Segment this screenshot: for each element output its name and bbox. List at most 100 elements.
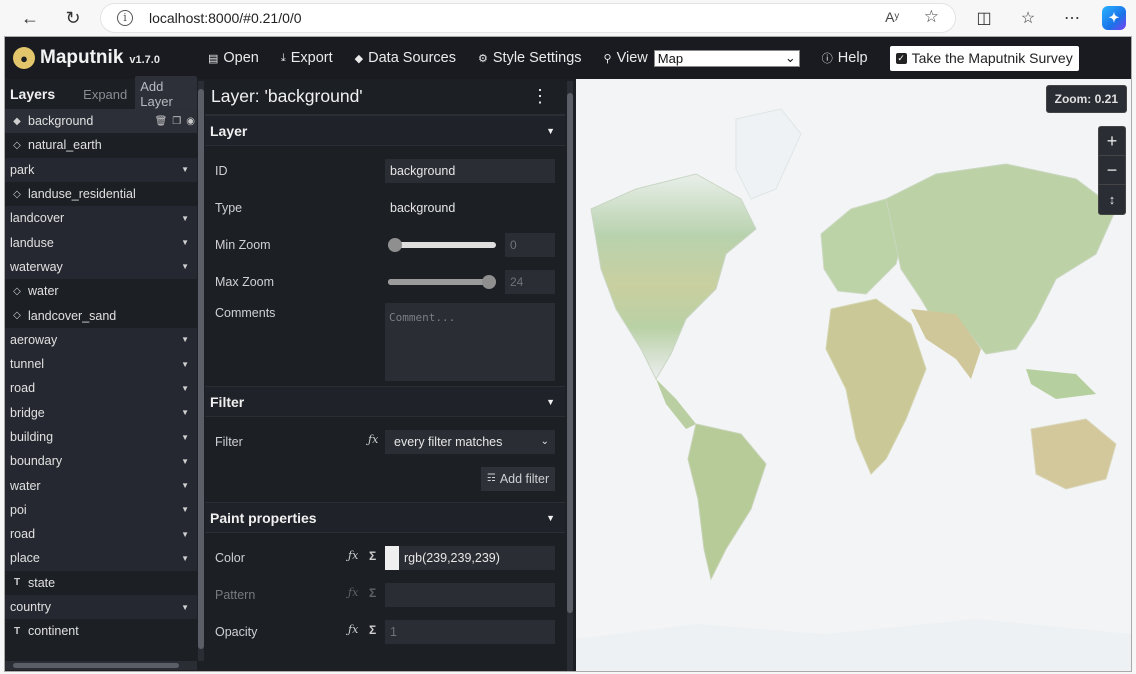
slider-handle[interactable] — [388, 237, 402, 252]
layer-group-water[interactable]: water ▼ — [5, 473, 197, 498]
address-bar[interactable]: i localhost:8000/#0.21/0/0 Aʸ ☆ — [100, 3, 956, 33]
layer-item-state[interactable]: Tstate — [5, 571, 197, 595]
add-filter-button[interactable]: ☶ Add filter — [481, 466, 555, 491]
layer-group-place[interactable]: place ▼ — [5, 546, 197, 571]
copy-icon[interactable]: ❐ — [172, 116, 181, 127]
scroll-thumb[interactable] — [198, 89, 204, 649]
max-zoom-input[interactable]: 24 — [505, 269, 555, 294]
layer-group-aeroway[interactable]: aeroway ▼ — [5, 327, 197, 352]
more-vertical-icon[interactable]: ⋮ — [531, 86, 549, 107]
layer-group-poi[interactable]: poi ▼ — [5, 497, 197, 523]
more-menu-icon[interactable]: ⋯ — [1058, 4, 1086, 32]
function-icon[interactable]: ƒx — [368, 433, 378, 446]
layer-group-boundary[interactable]: boundary ▼ — [5, 449, 197, 474]
caret-down-icon[interactable]: ▼ — [181, 384, 189, 393]
caret-down-icon[interactable]: ▼ — [181, 554, 189, 563]
export-button[interactable]: ⤓ Export — [281, 50, 333, 66]
layer-group-building[interactable]: building ▼ — [5, 424, 197, 450]
layer-group-road[interactable]: road ▼ — [5, 376, 197, 401]
layer-item-landuse_residential[interactable]: ◇ landuse_residential — [5, 182, 197, 206]
caret-down-icon[interactable]: ▼ — [181, 214, 189, 223]
site-info-icon[interactable]: i — [117, 10, 133, 26]
comments-textarea[interactable]: Comment... — [385, 303, 555, 381]
layer-item-natural_earth[interactable]: ◇ natural_earth — [5, 133, 197, 157]
layer-group-waterway[interactable]: waterway ▼ — [5, 254, 197, 280]
layer-group-landcover[interactable]: landcover ▼ — [5, 206, 197, 231]
layer-group-bridge[interactable]: bridge ▼ — [5, 400, 197, 425]
min-zoom-input[interactable]: 0 — [505, 232, 555, 257]
layer-section-header[interactable]: Layer ▼ — [205, 115, 565, 146]
caret-down-icon[interactable]: ▼ — [181, 335, 189, 344]
style-settings-button[interactable]: ⚙ Style Settings — [478, 50, 582, 66]
sigma-icon[interactable]: Σ — [369, 623, 376, 637]
caret-down-icon[interactable]: ▼ — [181, 165, 189, 174]
opacity-input[interactable]: 1 — [385, 619, 555, 644]
zoom-out-icon[interactable]: − — [1099, 156, 1125, 185]
view-select[interactable]: Map ⌄ — [653, 49, 800, 67]
layer-group-country[interactable]: country ▼ — [5, 594, 197, 620]
layer-group-landuse[interactable]: landuse ▼ — [5, 230, 197, 255]
layer-item-landcover_sand[interactable]: ◇ landcover_sand — [5, 303, 197, 327]
copilot-icon[interactable]: ✦ — [1102, 6, 1126, 30]
layer-list-scrollbar[interactable] — [198, 81, 204, 661]
reload-icon[interactable]: ↻ — [59, 4, 87, 32]
favorites-icon[interactable]: ☆ — [1014, 4, 1042, 32]
help-button[interactable]: ⓘ Help — [822, 50, 868, 66]
layer-group-road[interactable]: road ▼ — [5, 522, 197, 547]
caret-down-icon[interactable]: ▼ — [181, 530, 189, 539]
caret-down-icon[interactable]: ▼ — [181, 433, 189, 442]
chevron-down-icon: ⌄ — [784, 50, 796, 65]
layer-list-hscrollbar[interactable] — [5, 661, 197, 670]
caret-down-icon[interactable]: ▼ — [181, 481, 189, 490]
open-button[interactable]: ▤ Open — [208, 50, 259, 66]
world-map[interactable] — [576, 79, 1132, 672]
favorite-star-icon[interactable]: ☆ — [924, 7, 939, 27]
caret-down-icon[interactable]: ▼ — [181, 360, 189, 369]
filter-section-header[interactable]: Filter ▼ — [205, 386, 565, 417]
layer-group-park[interactable]: park ▼ — [5, 157, 197, 182]
sigma-icon[interactable]: Σ — [369, 586, 376, 600]
min-zoom-slider[interactable] — [388, 233, 496, 257]
scroll-thumb[interactable] — [13, 663, 179, 668]
paint-section-header[interactable]: Paint properties ▼ — [205, 502, 565, 533]
caret-down-icon[interactable]: ▼ — [181, 505, 189, 514]
caret-down-icon[interactable]: ▼ — [181, 238, 189, 247]
zoom-in-icon[interactable]: + — [1099, 127, 1125, 156]
survey-button[interactable]: ✓ Take the Maputnik Survey — [889, 45, 1079, 71]
color-input[interactable]: rgb(239,239,239) — [385, 545, 555, 570]
url-text[interactable]: localhost:8000/#0.21/0/0 — [149, 10, 302, 26]
caret-down-icon[interactable]: ▼ — [181, 603, 189, 612]
compass-icon[interactable]: ↕ — [1099, 185, 1125, 214]
caret-down-icon[interactable]: ▼ — [181, 262, 189, 271]
editor-scrollbar[interactable] — [567, 81, 573, 671]
layer-group-tunnel[interactable]: tunnel ▼ — [5, 351, 197, 377]
caret-down-icon[interactable]: ▼ — [181, 408, 189, 417]
slider-handle[interactable] — [482, 274, 496, 289]
add-layer-button[interactable]: Add Layer — [135, 76, 197, 112]
max-zoom-slider[interactable] — [388, 270, 496, 294]
split-screen-icon[interactable]: ◫ — [970, 4, 998, 32]
function-icon[interactable]: ƒx — [348, 586, 358, 599]
map-view[interactable]: Zoom: 0.21 + − ↕ — [576, 79, 1132, 672]
back-arrow-icon[interactable]: ← — [16, 4, 44, 32]
caret-down-icon[interactable]: ▼ — [181, 457, 189, 466]
eye-icon[interactable]: ◉ — [186, 116, 195, 127]
fill-layer-icon: ◇ — [13, 188, 21, 200]
read-aloud-icon[interactable]: Aʸ — [885, 9, 899, 25]
layer-item-water[interactable]: ◇ water — [5, 279, 197, 303]
scroll-thumb[interactable] — [567, 93, 573, 613]
function-icon[interactable]: ƒx — [348, 549, 358, 562]
open-icon: ▤ — [207, 52, 219, 65]
expand-button[interactable]: Expand — [83, 87, 127, 102]
data-sources-button[interactable]: ◆ Data Sources — [355, 50, 456, 66]
delete-icon[interactable]: 🗑 — [155, 116, 168, 127]
function-icon[interactable]: ƒx — [348, 623, 358, 636]
sigma-icon[interactable]: Σ — [369, 549, 376, 563]
color-swatch[interactable] — [385, 545, 399, 570]
layer-item-continent[interactable]: Tcontinent — [5, 619, 197, 643]
logo[interactable]: ● Maputnik v1.7.0 — [13, 47, 160, 69]
pattern-input[interactable] — [385, 582, 555, 607]
filter-select[interactable]: every filter matches ⌄ — [385, 429, 555, 454]
layer-item-background[interactable]: ◆ background 🗑 ❐ ◉ — [5, 109, 197, 134]
id-input[interactable]: background — [385, 158, 555, 183]
